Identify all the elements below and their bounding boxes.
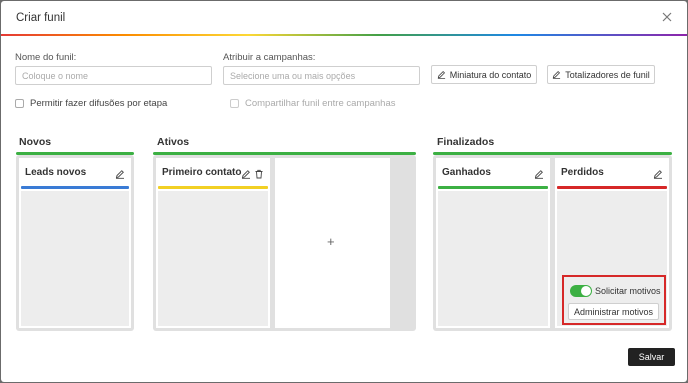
column-body bbox=[438, 191, 548, 326]
save-button[interactable]: Salvar bbox=[628, 348, 675, 366]
contact-thumbnail-label: Miniatura do contato bbox=[449, 69, 532, 80]
funnel-name-label: Nome do funil: bbox=[15, 52, 77, 63]
share-funnel-label: Compartilhar funil entre campanhas bbox=[245, 98, 396, 109]
column-title: Ganhados bbox=[442, 167, 491, 178]
column-title: Primeiro contato bbox=[162, 167, 242, 178]
column-color-line bbox=[21, 186, 129, 189]
allow-broadcasts-label: Permitir fazer difusões por etapa bbox=[30, 98, 168, 109]
trash-icon[interactable] bbox=[254, 169, 264, 179]
request-reasons-toggle-row: Solicitar motivos bbox=[570, 285, 661, 297]
request-reasons-label: Solicitar motivos bbox=[595, 286, 661, 296]
column-leads-new: Leads novos bbox=[19, 158, 131, 328]
funnel-name-input[interactable] bbox=[15, 66, 212, 85]
add-column-area[interactable]: + bbox=[275, 158, 390, 328]
column-color-line bbox=[438, 186, 548, 189]
section-title-active: Ativos bbox=[157, 136, 190, 148]
campaigns-label: Atribuir a campanhas: bbox=[223, 52, 316, 63]
column-body bbox=[158, 191, 268, 326]
column-won: Ganhados bbox=[436, 158, 550, 328]
pencil-icon bbox=[553, 70, 561, 79]
column-title: Leads novos bbox=[25, 167, 87, 178]
close-icon[interactable] bbox=[659, 9, 675, 25]
campaigns-select[interactable] bbox=[223, 66, 420, 85]
pencil-icon[interactable] bbox=[534, 169, 544, 179]
column-color-line bbox=[557, 186, 667, 189]
column-body bbox=[21, 191, 129, 326]
manage-reasons-button[interactable]: Administrar motivos bbox=[568, 303, 659, 320]
checkbox-box[interactable] bbox=[230, 99, 239, 108]
column-first-contact: Primeiro contato bbox=[156, 158, 270, 328]
toggle-knob bbox=[581, 286, 591, 296]
column-color-line bbox=[158, 186, 268, 189]
modal-title: Criar funil bbox=[16, 12, 66, 24]
pencil-icon[interactable] bbox=[241, 169, 251, 179]
create-funnel-modal: Criar funil Nome do funil: Atribuir a ca… bbox=[1, 1, 687, 382]
pencil-icon bbox=[437, 70, 445, 79]
share-funnel-checkbox[interactable]: Compartilhar funil entre campanhas bbox=[230, 98, 396, 109]
section-new: Leads novos bbox=[16, 155, 134, 331]
funnel-totals-button[interactable]: Totalizadores de funil bbox=[547, 65, 655, 84]
header-rainbow-divider bbox=[1, 34, 687, 36]
funnel-totals-label: Totalizadores de funil bbox=[565, 69, 650, 80]
contact-thumbnail-button[interactable]: Miniatura do contato bbox=[431, 65, 537, 84]
allow-broadcasts-checkbox[interactable]: Permitir fazer difusões por etapa bbox=[15, 98, 167, 109]
pencil-icon[interactable] bbox=[115, 169, 125, 179]
request-reasons-toggle[interactable] bbox=[570, 285, 592, 297]
section-title-finished: Finalizados bbox=[437, 136, 495, 148]
pencil-icon[interactable] bbox=[653, 169, 663, 179]
section-active: Primeiro contato + bbox=[153, 155, 416, 331]
section-title-new: Novos bbox=[19, 136, 52, 148]
checkbox-box[interactable] bbox=[15, 99, 24, 108]
modal-header: Criar funil bbox=[1, 1, 687, 35]
column-title: Perdidos bbox=[561, 167, 604, 178]
plus-icon[interactable]: + bbox=[327, 234, 335, 249]
